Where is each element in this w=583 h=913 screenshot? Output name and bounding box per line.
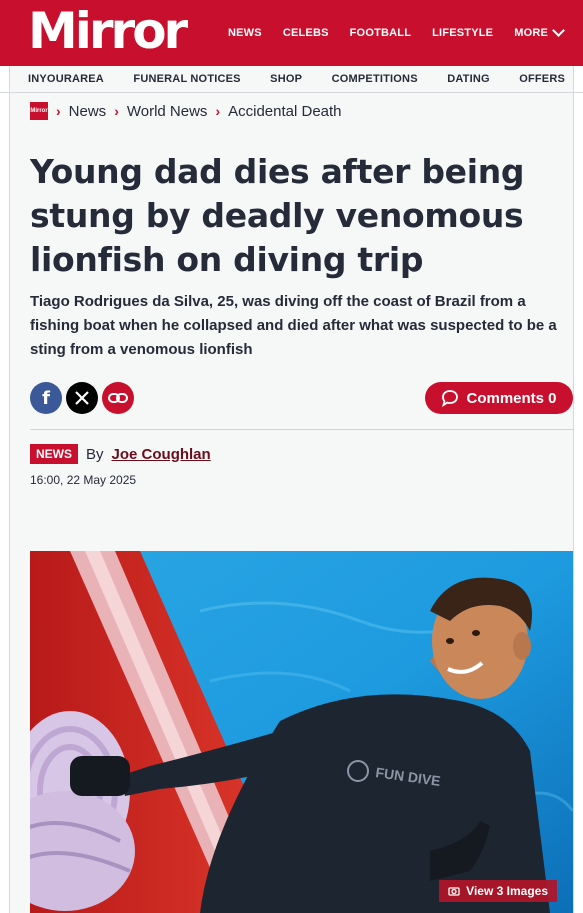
camera-icon [448,887,460,896]
chevron-right-icon: › [215,103,221,119]
copy-link-button[interactable] [102,382,134,414]
breadcrumb-mirror-logo[interactable]: Mirror [30,102,48,120]
breadcrumb: Mirror › News › World News › Accidental … [30,102,342,120]
chevron-down-icon [552,24,565,37]
author-link[interactable]: Joe Coughlan [112,446,211,463]
diver-photo: FUN DIVE [30,551,573,913]
byline: NEWS By Joe Coughlan [30,444,211,464]
view-images-button[interactable]: View 3 Images [439,880,557,902]
nav-news[interactable]: NEWS [228,27,262,39]
site-header: Mirror NEWS CELEBS FOOTBALL LIFESTYLE MO… [0,0,583,66]
subnav-funeral-notices[interactable]: FUNERAL NOTICES [133,73,240,85]
hero-image[interactable]: FUN DIVE View 3 Images [30,551,573,913]
section-tag[interactable]: NEWS [30,444,78,464]
chevron-right-icon: › [56,103,61,119]
subnav-dating[interactable]: DATING [447,73,490,85]
breadcrumb-world-news[interactable]: World News [127,103,208,120]
article-standfirst: Tiago Rodrigues da Silva, 25, was diving… [30,293,557,358]
facebook-share-button[interactable]: f [30,382,62,414]
chevron-right-icon: › [114,103,119,119]
link-icon [108,393,128,403]
publish-date: 16:00, 22 May 2025 [30,473,137,487]
nav-celebs[interactable]: CELEBS [283,27,329,39]
subnav-shop[interactable]: SHOP [270,73,302,85]
subnav-competitions[interactable]: COMPETITIONS [332,73,418,85]
comments-button[interactable]: Comments 0 [425,382,573,414]
x-share-button[interactable] [66,382,98,414]
facebook-icon: f [42,387,50,409]
article-headline: Young dad dies after being stung by dead… [30,152,525,279]
nav-more-label: MORE [514,27,549,39]
primary-nav: NEWS CELEBS FOOTBALL LIFESTYLE MORE [228,0,583,66]
nav-more[interactable]: MORE [514,24,565,39]
share-buttons: f [30,382,134,414]
breadcrumb-news[interactable]: News [69,103,107,120]
nav-football[interactable]: FOOTBALL [350,27,411,39]
subnav-offers[interactable]: OFFERS [519,73,565,85]
by-label: By [86,445,104,463]
nav-lifestyle[interactable]: LIFESTYLE [432,27,493,39]
secondary-nav: INYOURAREA FUNERAL NOTICES SHOP COMPETIT… [0,66,583,93]
x-icon [75,391,89,405]
speech-bubble-icon [442,390,459,407]
mirror-logo[interactable]: Mirror [28,2,188,60]
comments-label: Comments 0 [466,389,557,407]
subnav-inyourarea[interactable]: INYOURAREA [28,73,104,85]
divider [30,429,573,430]
view-images-label: View 3 Images [466,884,548,898]
breadcrumb-accidental-death[interactable]: Accidental Death [228,103,341,120]
